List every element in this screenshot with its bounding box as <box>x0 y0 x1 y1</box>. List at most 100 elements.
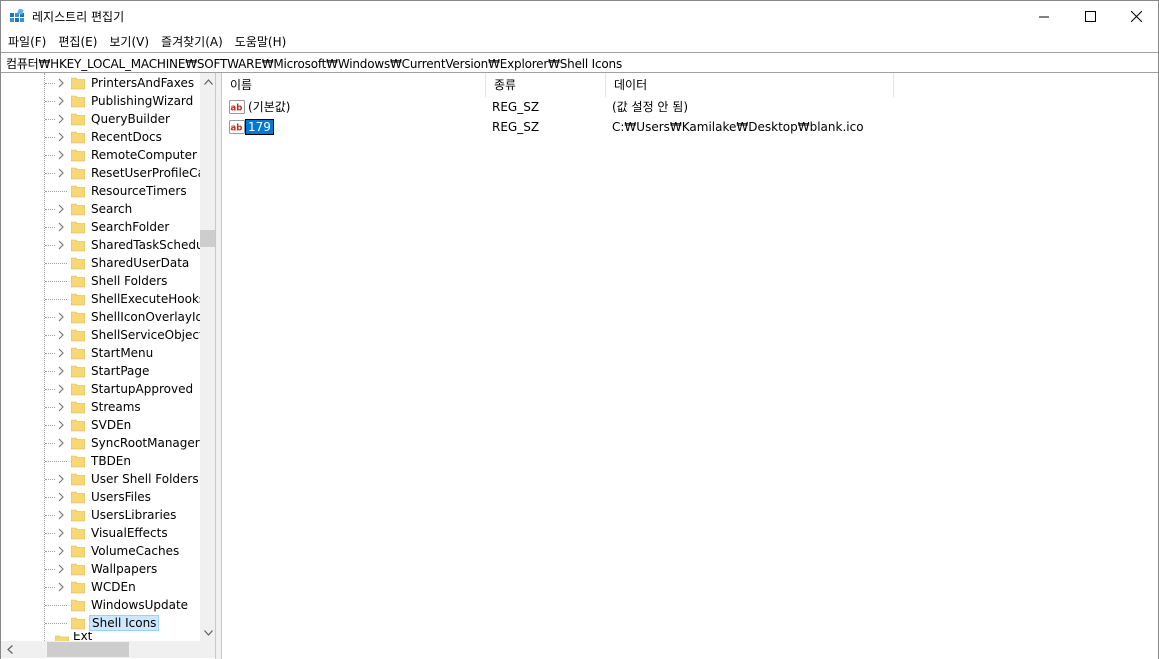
chevron-right-icon[interactable] <box>55 329 67 341</box>
values-list-pane[interactable]: 이름 종류 데이터 ab (기본값) REG_SZ (값 설정 안 됨) ab … <box>221 73 1158 659</box>
scroll-down-button[interactable] <box>200 624 215 641</box>
chevron-right-icon[interactable] <box>55 221 67 233</box>
tree-item[interactable]: Shell Folders <box>1 272 200 290</box>
chevron-right-icon[interactable] <box>55 131 67 143</box>
address-path[interactable]: 컴퓨터₩HKEY_LOCAL_MACHINE₩SOFTWARE₩Microsof… <box>6 55 622 72</box>
tree-item[interactable]: WCDEn <box>1 578 200 596</box>
chevron-right-icon[interactable] <box>55 527 67 539</box>
tree-item[interactable]: VisualEffects <box>1 524 200 542</box>
column-header-data[interactable]: 데이터 <box>606 73 894 97</box>
tree-item[interactable]: SharedTaskSchedule <box>1 236 200 254</box>
chevron-right-icon[interactable] <box>55 563 67 575</box>
tree-item[interactable]: PublishingWizard <box>1 92 200 110</box>
tree-item-label: User Shell Folders <box>91 472 199 486</box>
tree-item[interactable]: Streams <box>1 398 200 416</box>
folder-icon <box>71 77 85 90</box>
tree-vertical-scrollbar[interactable] <box>200 73 215 641</box>
chevron-right-icon[interactable] <box>55 167 67 179</box>
tree-item-label: WCDEn <box>91 580 136 594</box>
chevron-left-icon <box>6 645 13 654</box>
tree-item[interactable]: Shell Icons <box>1 614 200 632</box>
tree-item[interactable]: RecentDocs <box>1 128 200 146</box>
tree-item[interactable]: User Shell Folders <box>1 470 200 488</box>
tree-item-label: PrintersAndFaxes <box>91 76 195 90</box>
horizontal-scroll-thumb[interactable] <box>47 642 129 657</box>
value-row[interactable]: ab 179 REG_SZ C:₩Users₩Kamilake₩Desktop₩… <box>222 117 1159 137</box>
tree-item[interactable]: StartupApproved <box>1 380 200 398</box>
tree-item[interactable]: ResourceTimers <box>1 182 200 200</box>
tree-item-label: ResourceTimers <box>91 184 187 198</box>
chevron-right-icon[interactable] <box>55 473 67 485</box>
chevron-right-icon[interactable] <box>55 491 67 503</box>
chevron-right-icon[interactable] <box>55 509 67 521</box>
menu-edit[interactable]: 편집(E) <box>52 32 103 52</box>
tree-horizontal-scrollbar[interactable] <box>1 641 215 658</box>
tree-item[interactable]: SearchFolder <box>1 218 200 236</box>
chevron-right-icon[interactable] <box>55 203 67 215</box>
tree-item[interactable]: PrintersAndFaxes <box>1 74 200 92</box>
tree-item[interactable]: ShellServiceObjects <box>1 326 200 344</box>
chevron-right-icon[interactable] <box>55 347 67 359</box>
scroll-up-button[interactable] <box>200 73 215 90</box>
chevron-right-icon[interactable] <box>55 311 67 323</box>
tree-item[interactable]: StartMenu <box>1 344 200 362</box>
menu-favorites[interactable]: 즐겨찾기(A) <box>155 32 229 52</box>
chevron-right-icon[interactable] <box>55 419 67 431</box>
chevron-right-icon[interactable] <box>55 113 67 125</box>
tree-item[interactable]: StartPage <box>1 362 200 380</box>
folder-icon <box>71 365 85 378</box>
tree-item[interactable]: VolumeCaches <box>1 542 200 560</box>
tree-item[interactable]: QueryBuilder <box>1 110 200 128</box>
close-button[interactable] <box>1113 1 1159 32</box>
tree-item[interactable]: ShellExecuteHooks <box>1 290 200 308</box>
tree-item[interactable]: SyncRootManager <box>1 434 200 452</box>
chevron-right-icon[interactable] <box>55 239 67 251</box>
tree-item-label: PublishingWizard <box>91 94 194 108</box>
scroll-thumb[interactable] <box>200 230 215 247</box>
tree-item[interactable]: Search <box>1 200 200 218</box>
tree-item[interactable]: UsersLibraries <box>1 506 200 524</box>
column-header-type[interactable]: 종류 <box>486 73 606 97</box>
value-row[interactable]: ab (기본값) REG_SZ (값 설정 안 됨) <box>222 97 1159 117</box>
scroll-left-button[interactable] <box>1 641 18 658</box>
folder-icon <box>71 221 85 234</box>
value-type: REG_SZ <box>492 120 540 134</box>
chevron-right-icon[interactable] <box>55 437 67 449</box>
chevron-right-icon[interactable] <box>55 383 67 395</box>
folder-icon <box>71 275 85 288</box>
folder-icon <box>71 311 85 324</box>
chevron-right-icon[interactable] <box>55 401 67 413</box>
menu-file[interactable]: 파일(F) <box>1 32 52 52</box>
minimize-button[interactable] <box>1021 1 1067 32</box>
title-bar[interactable]: 레지스트리 편집기 <box>1 1 1158 32</box>
tree-item[interactable]: Wallpapers <box>1 560 200 578</box>
chevron-right-icon[interactable] <box>55 149 67 161</box>
tree-item[interactable]: ShellIconOverlayIder <box>1 308 200 326</box>
menu-view[interactable]: 보기(V) <box>103 32 155 52</box>
tree-guide-line <box>45 461 67 462</box>
chevron-right-icon[interactable] <box>55 77 67 89</box>
folder-icon <box>71 599 85 612</box>
tree-item[interactable]: SVDEn <box>1 416 200 434</box>
menu-help[interactable]: 도움말(H) <box>229 32 293 52</box>
chevron-right-icon[interactable] <box>55 545 67 557</box>
tree-item[interactable]: ResetUserProfileCallb <box>1 164 200 182</box>
chevron-right-icon[interactable] <box>55 95 67 107</box>
chevron-right-icon[interactable] <box>55 365 67 377</box>
key-tree-pane[interactable]: PrintersAndFaxes PublishingWizard QueryBui… <box>1 73 216 659</box>
tree-item[interactable]: SharedUserData <box>1 254 200 272</box>
tree-item[interactable]: UsersFiles <box>1 488 200 506</box>
column-header-name[interactable]: 이름 <box>222 73 486 97</box>
tree-item[interactable]: TBDEn <box>1 452 200 470</box>
key-tree: PrintersAndFaxes PublishingWizard QueryBui… <box>1 73 200 641</box>
folder-icon <box>71 473 85 486</box>
tree-item-label: SyncRootManager <box>91 436 200 450</box>
tree-item-label: SharedTaskSchedule <box>91 238 200 252</box>
maximize-button[interactable] <box>1067 1 1113 32</box>
value-name-edit-box[interactable]: 179 <box>245 119 274 135</box>
chevron-right-icon[interactable] <box>55 581 67 593</box>
folder-icon <box>71 455 85 468</box>
address-bar[interactable]: 컴퓨터₩HKEY_LOCAL_MACHINE₩SOFTWARE₩Microsof… <box>1 52 1158 73</box>
tree-item[interactable]: RemoteComputer <box>1 146 200 164</box>
tree-item[interactable]: WindowsUpdate <box>1 596 200 614</box>
